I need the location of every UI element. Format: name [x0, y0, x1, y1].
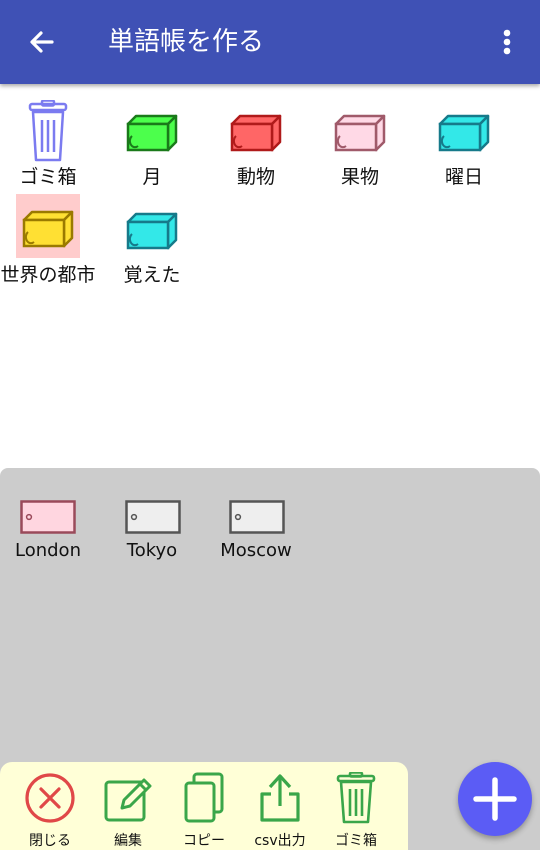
wordbook-item-memorized[interactable]: 覚えた [100, 194, 204, 286]
wordbook-item-trash[interactable]: ゴミ箱 [0, 96, 100, 188]
close-label: 閉じる [29, 833, 71, 849]
word-card-label: Tokyo [126, 540, 178, 561]
wordbook-label: ゴミ箱 [19, 166, 77, 188]
trash-icon [28, 100, 68, 162]
word-card-label: London [15, 540, 81, 561]
word-card-label: Moscow [220, 540, 292, 561]
share-export-icon [260, 774, 300, 822]
word-card-moscow[interactable]: Moscow [204, 500, 308, 564]
book-icon [334, 114, 386, 152]
card-icon [20, 500, 76, 534]
word-card-london[interactable]: London [0, 500, 100, 564]
copy-icon [184, 772, 224, 823]
book-icon [230, 114, 282, 152]
wordbook-label: 月 [142, 166, 162, 188]
card-icon [229, 500, 285, 534]
wordbook-item-world-cities[interactable]: 世界の都市 [0, 194, 100, 286]
trash-icon [336, 772, 376, 824]
edit-icon [104, 778, 152, 822]
action-toolbar: 閉じる 編集 コピー csv出力 ゴミ箱 [0, 762, 408, 850]
book-icon [126, 114, 178, 152]
word-card-tokyo[interactable]: Tokyo [100, 500, 204, 564]
close-circle-icon [25, 773, 75, 823]
wordbook-label: 世界の都市 [0, 264, 96, 286]
book-icon [438, 114, 490, 152]
page-title: 単語帳を作る [108, 27, 265, 57]
more-vert-icon[interactable] [494, 22, 520, 62]
book-icon [126, 212, 178, 250]
csv-export-label: csv出力 [254, 833, 306, 849]
copy-button[interactable]: コピー [166, 772, 242, 849]
app-bar: 単語帳を作る [0, 0, 540, 84]
wordbook-item-fruit[interactable]: 果物 [308, 96, 412, 188]
edit-button[interactable]: 編集 [90, 772, 166, 849]
wordbook-label: 果物 [340, 166, 379, 188]
edit-label: 編集 [114, 833, 142, 849]
wordbook-label: 動物 [236, 166, 275, 188]
book-icon [22, 210, 74, 248]
wordbook-item-month[interactable]: 月 [100, 96, 204, 188]
arrow-left-icon[interactable] [22, 22, 62, 62]
trash-label: ゴミ箱 [335, 833, 377, 849]
wordbook-label: 覚えた [123, 264, 181, 286]
trash-button[interactable]: ゴミ箱 [318, 772, 394, 849]
close-button[interactable]: 閉じる [12, 772, 88, 849]
add-fab-button[interactable] [458, 762, 532, 836]
copy-label: コピー [183, 833, 225, 849]
plus-icon [473, 777, 517, 821]
wordbook-label: 曜日 [444, 166, 483, 188]
wordbook-item-weekdays[interactable]: 曜日 [412, 96, 516, 188]
wordbook-item-animals[interactable]: 動物 [204, 96, 308, 188]
card-icon [125, 500, 181, 534]
csv-export-button[interactable]: csv出力 [242, 772, 318, 849]
